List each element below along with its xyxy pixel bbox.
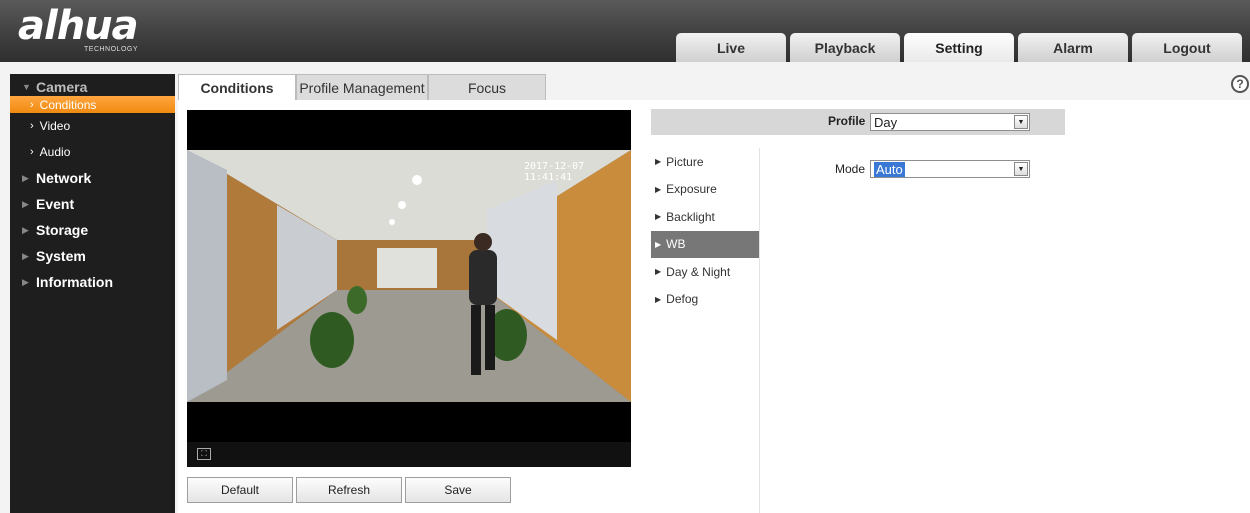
main-nav: Live Playback Setting Alarm Logout [676, 33, 1246, 62]
logo-subtext: TECHNOLOGY [84, 46, 139, 53]
collapsed-triangle-icon: ▶ [22, 276, 29, 287]
sidebar-subitem-audio[interactable]: › Audio [10, 139, 175, 165]
nav-tab-logout[interactable]: Logout [1132, 33, 1242, 62]
sidebar-item-label: Event [36, 196, 75, 212]
triangle-right-icon: ▶ [655, 157, 662, 167]
collapsed-triangle-icon: ▶ [22, 172, 29, 183]
menu-item-day-night[interactable]: ▶ Day & Night [651, 258, 759, 286]
nav-tab-playback[interactable]: Playback [790, 33, 900, 62]
triangle-right-icon: ▶ [655, 212, 662, 222]
menu-item-wb[interactable]: ▶ WB [651, 230, 759, 258]
sidebar-item-label: Network [36, 170, 92, 186]
tab-focus[interactable]: Focus [428, 74, 546, 100]
nav-tab-setting[interactable]: Setting [904, 33, 1014, 62]
menu-item-label: WB [666, 237, 686, 252]
brand-logo: alhua TECHNOLOGY [18, 6, 158, 56]
nav-tab-alarm[interactable]: Alarm [1018, 33, 1128, 62]
mode-select-value-wrap: Auto [874, 162, 905, 177]
sidebar-item-event[interactable]: ▶ Event [10, 191, 175, 217]
tab-profile-management[interactable]: Profile Management [296, 74, 428, 100]
mode-select[interactable]: Auto ▼ [870, 160, 1030, 178]
triangle-right-icon: ▶ [655, 294, 662, 304]
sidebar-item-label: Information [36, 274, 113, 290]
sidebar-item-storage[interactable]: ▶ Storage [10, 217, 175, 243]
help-icon[interactable]: ? [1231, 75, 1249, 93]
settings-sidebar: ▼ Camera › Conditions › Video › Audio ▶ … [10, 74, 175, 513]
menu-item-backlight[interactable]: ▶ Backlight [651, 203, 759, 231]
sidebar-subitem-conditions[interactable]: › Conditions [10, 96, 175, 113]
default-button[interactable]: Default [187, 477, 293, 503]
sidebar-subitem-label: Conditions [39, 97, 97, 112]
chevron-down-icon: ▼ [1014, 115, 1028, 129]
logo-text: alhua [18, 3, 139, 49]
sidebar-item-system[interactable]: ▶ System [10, 243, 175, 269]
sidebar-item-label: System [36, 248, 86, 264]
image-settings-menu: ▶ Picture ▶ Exposure ▶ Backlight ▶ WB ▶ … [651, 148, 759, 313]
sidebar-item-label: Camera [36, 79, 88, 95]
sidebar-item-information[interactable]: ▶ Information [10, 269, 175, 295]
sidebar-subitem-label: Audio [39, 145, 71, 159]
nav-tab-live[interactable]: Live [676, 33, 786, 62]
chevron-right-icon: › [30, 120, 34, 132]
menu-item-label: Exposure [666, 182, 717, 197]
camera-live-image [187, 150, 631, 402]
sidebar-subitem-video[interactable]: › Video [10, 113, 175, 139]
sidebar-subitem-label: Video [39, 119, 71, 133]
profile-label: Profile [828, 114, 866, 128]
save-button[interactable]: Save [405, 477, 511, 503]
triangle-right-icon: ▶ [655, 184, 662, 194]
menu-item-label: Day & Night [666, 264, 731, 279]
tab-conditions[interactable]: Conditions [178, 74, 296, 100]
expanded-triangle-icon: ▼ [22, 82, 31, 92]
menu-item-label: Backlight [666, 209, 715, 224]
menu-item-label: Defog [666, 292, 699, 307]
top-header: alhua TECHNOLOGY Live Playback Setting A… [0, 0, 1250, 62]
collapsed-triangle-icon: ▶ [22, 250, 29, 261]
menu-divider [759, 148, 760, 513]
triangle-right-icon: ▶ [655, 239, 662, 249]
profile-select[interactable]: Day ▼ [870, 113, 1030, 131]
menu-item-label: Picture [666, 154, 704, 169]
chevron-down-icon: ▼ [1014, 162, 1028, 176]
mode-select-value: Auto [874, 162, 905, 177]
triangle-right-icon: ▶ [655, 267, 662, 277]
video-toolbar [187, 442, 631, 467]
menu-item-defog[interactable]: ▶ Defog [651, 286, 759, 314]
content-tabs: Conditions Profile Management Focus [178, 74, 546, 100]
sidebar-item-label: Storage [36, 222, 89, 238]
menu-item-picture[interactable]: ▶ Picture [651, 148, 759, 176]
chevron-right-icon: › [30, 146, 34, 158]
sidebar-item-network[interactable]: ▶ Network [10, 165, 175, 191]
mode-label: Mode [835, 162, 866, 176]
collapsed-triangle-icon: ▶ [22, 198, 29, 209]
refresh-button[interactable]: Refresh [296, 477, 402, 503]
menu-item-exposure[interactable]: ▶ Exposure [651, 176, 759, 204]
collapsed-triangle-icon: ▶ [22, 224, 29, 235]
video-timestamp: 2017-12-07 11:41:41 [524, 161, 585, 183]
fullscreen-icon[interactable]: ⛶ [197, 448, 211, 460]
profile-select-value: Day [874, 115, 898, 130]
chevron-right-icon: › [30, 98, 34, 111]
video-preview: 2017-12-07 11:41:41 ⛶ [187, 110, 631, 467]
